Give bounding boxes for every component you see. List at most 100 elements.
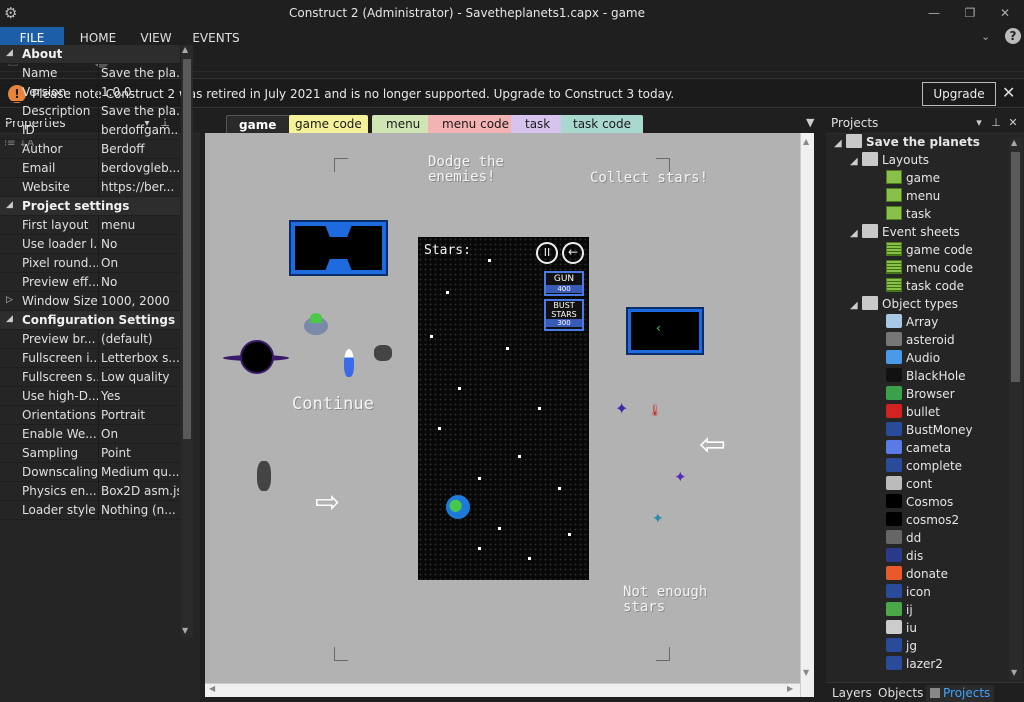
property-row[interactable]: Preview eff... No [0,273,180,292]
property-row[interactable]: Use loader l... No [0,235,180,254]
tab-game-code[interactable]: game code [289,115,368,133]
scroll-up-icon[interactable]: ▲ [1011,138,1017,147]
property-value[interactable]: Low quality [101,370,179,384]
tree-item-object[interactable]: cosmos2 [886,512,959,530]
tree-folder[interactable]: ◢ Event sheets [850,224,960,242]
pin-icon[interactable]: ⊥ [989,115,1003,131]
teal-star-sprite[interactable]: ✦ [652,511,664,527]
tree-item-object[interactable]: lazer2 [886,656,943,674]
comet-sprite[interactable] [344,349,354,377]
tab-projects[interactable]: Projects [926,685,995,702]
collapse-arrow-icon[interactable]: ◢ [850,156,862,167]
property-value[interactable]: Box2D asm.js [101,484,179,498]
dodge-text[interactable]: Dodge the enemies! [428,155,528,185]
property-row[interactable]: Website https://ber... [0,178,180,197]
property-value[interactable]: berdoffgam... [101,123,179,137]
close-notice-icon[interactable]: ✕ [1002,83,1015,102]
tree-folder[interactable]: ◢ Layouts [850,152,929,170]
property-category[interactable]: ◢ Configuration Settings [0,311,180,330]
ufo-sprite[interactable] [304,313,328,335]
right-arrow-sprite[interactable]: ⇨ [315,488,340,518]
chevron-down-icon[interactable]: ⌄ [981,30,990,43]
vertical-scrollbar[interactable]: ▲ ▼ [800,133,814,697]
game-play-area[interactable]: Stars: II ← GUN 400 BUST STARS 300 [418,237,589,580]
left-arrow-sprite[interactable]: ⇦ [699,428,726,460]
property-row[interactable]: Description Save the pla... [0,102,180,121]
not-enough-text[interactable]: Not enough stars [623,585,733,615]
tree-item-object[interactable]: ij [886,602,913,620]
earth-planet[interactable] [446,495,470,519]
collect-text[interactable]: Collect stars! [590,171,730,186]
property-row[interactable]: ▷ Window Size 1000, 2000 [0,292,180,311]
tree-root[interactable]: ◢ Save the planets [834,134,980,152]
property-row[interactable]: Enable We... On [0,425,180,444]
scroll-right-icon[interactable]: ▶ [787,684,793,693]
projects-scrollbar[interactable]: ▲ ▼ [1009,138,1022,680]
property-value[interactable]: 1000, 2000 [101,294,179,308]
tree-item-object[interactable]: cont [886,476,932,494]
layout-canvas[interactable]: Dodge the enemies! Collect stars! Contin… [205,133,800,683]
property-row[interactable]: Name Save the pla... [0,64,180,83]
property-value[interactable]: https://ber... [101,180,179,194]
property-value[interactable]: berdovgleb... [101,161,179,175]
tab-objects[interactable]: Objects [874,685,927,702]
tree-item-object[interactable]: Cosmos [886,494,953,512]
panel-sprite-right[interactable]: ‹ [626,307,704,355]
black-hole-sprite[interactable] [240,340,274,374]
panel-sprite-left[interactable] [289,220,388,276]
panel-menu-icon[interactable]: ▾ [972,115,986,131]
property-value[interactable]: Portrait [101,408,179,422]
tree-item-sheet[interactable]: task code [886,278,964,296]
restore-icon[interactable]: ❐ [955,4,985,22]
property-value[interactable]: Save the pla... [101,66,179,80]
property-row[interactable]: Preview br... (default) [0,330,180,349]
pause-icon[interactable]: II [536,242,558,264]
asteroid-sprite[interactable] [374,345,392,361]
tree-item-object[interactable]: cameta [886,440,951,458]
collapse-arrow-icon[interactable]: ◢ [850,228,862,239]
tree-item-object[interactable]: Audio [886,350,940,368]
property-value[interactable]: Letterbox s... [101,351,179,365]
tree-item-object[interactable]: iu [886,620,917,638]
property-value[interactable]: Medium qu... [101,465,179,479]
property-row[interactable]: Loader style Nothing (n... [0,501,180,520]
property-value[interactable]: Point [101,446,179,460]
asteroid-sprite-2[interactable] [257,461,271,491]
tree-item-object[interactable]: dd [886,530,921,548]
back-arrow-icon[interactable]: ← [562,242,584,264]
property-category[interactable]: ◢ About [0,45,180,64]
tree-item-object[interactable]: donate [886,566,948,584]
scroll-down-icon[interactable]: ▼ [182,626,188,635]
scroll-down-icon[interactable]: ▼ [1011,668,1017,677]
scroll-thumb[interactable] [1011,152,1020,382]
bust-stars-button[interactable]: BUST STARS 300 [544,299,584,331]
bullet-sprite[interactable]: 🌡 [648,404,662,417]
tree-item-layout[interactable]: task [886,206,931,224]
tree-item-sheet[interactable]: menu code [886,260,973,278]
scroll-down-icon[interactable]: ▼ [803,668,809,677]
property-row[interactable]: Physics en... Box2D asm.js [0,482,180,501]
purple-star-sprite-2[interactable]: ✦ [674,468,687,486]
collapse-icon[interactable]: ◢ [6,48,13,58]
tree-item-object[interactable]: asteroid [886,332,955,350]
tree-item-layout[interactable]: menu [886,188,940,206]
tree-item-object[interactable]: complete [886,458,962,476]
tab-layers[interactable]: Layers [828,685,876,702]
property-value[interactable]: Yes [101,389,179,403]
scroll-thumb[interactable] [183,59,191,439]
property-row[interactable]: ID berdoffgam... [0,121,180,140]
scroll-up-icon[interactable]: ▲ [803,137,809,146]
collapse-arrow-icon[interactable]: ◢ [834,138,846,149]
tab-task-code[interactable]: task code [561,115,644,133]
tree-item-object[interactable]: Array [886,314,938,332]
property-row[interactable]: Orientations Portrait [0,406,180,425]
tree-item-layout[interactable]: game [886,170,940,188]
tree-item-sheet[interactable]: game code [886,242,973,260]
tab-list-chevron-icon[interactable]: ▼ [806,116,814,129]
collapse-icon[interactable]: ◢ [6,314,13,324]
property-row[interactable]: Email berdovgleb... [0,159,180,178]
property-value[interactable]: On [101,427,179,441]
collapse-arrow-icon[interactable]: ◢ [850,300,862,311]
tab-menu[interactable]: menu [372,115,435,133]
tree-item-object[interactable]: BustMoney [886,422,973,440]
